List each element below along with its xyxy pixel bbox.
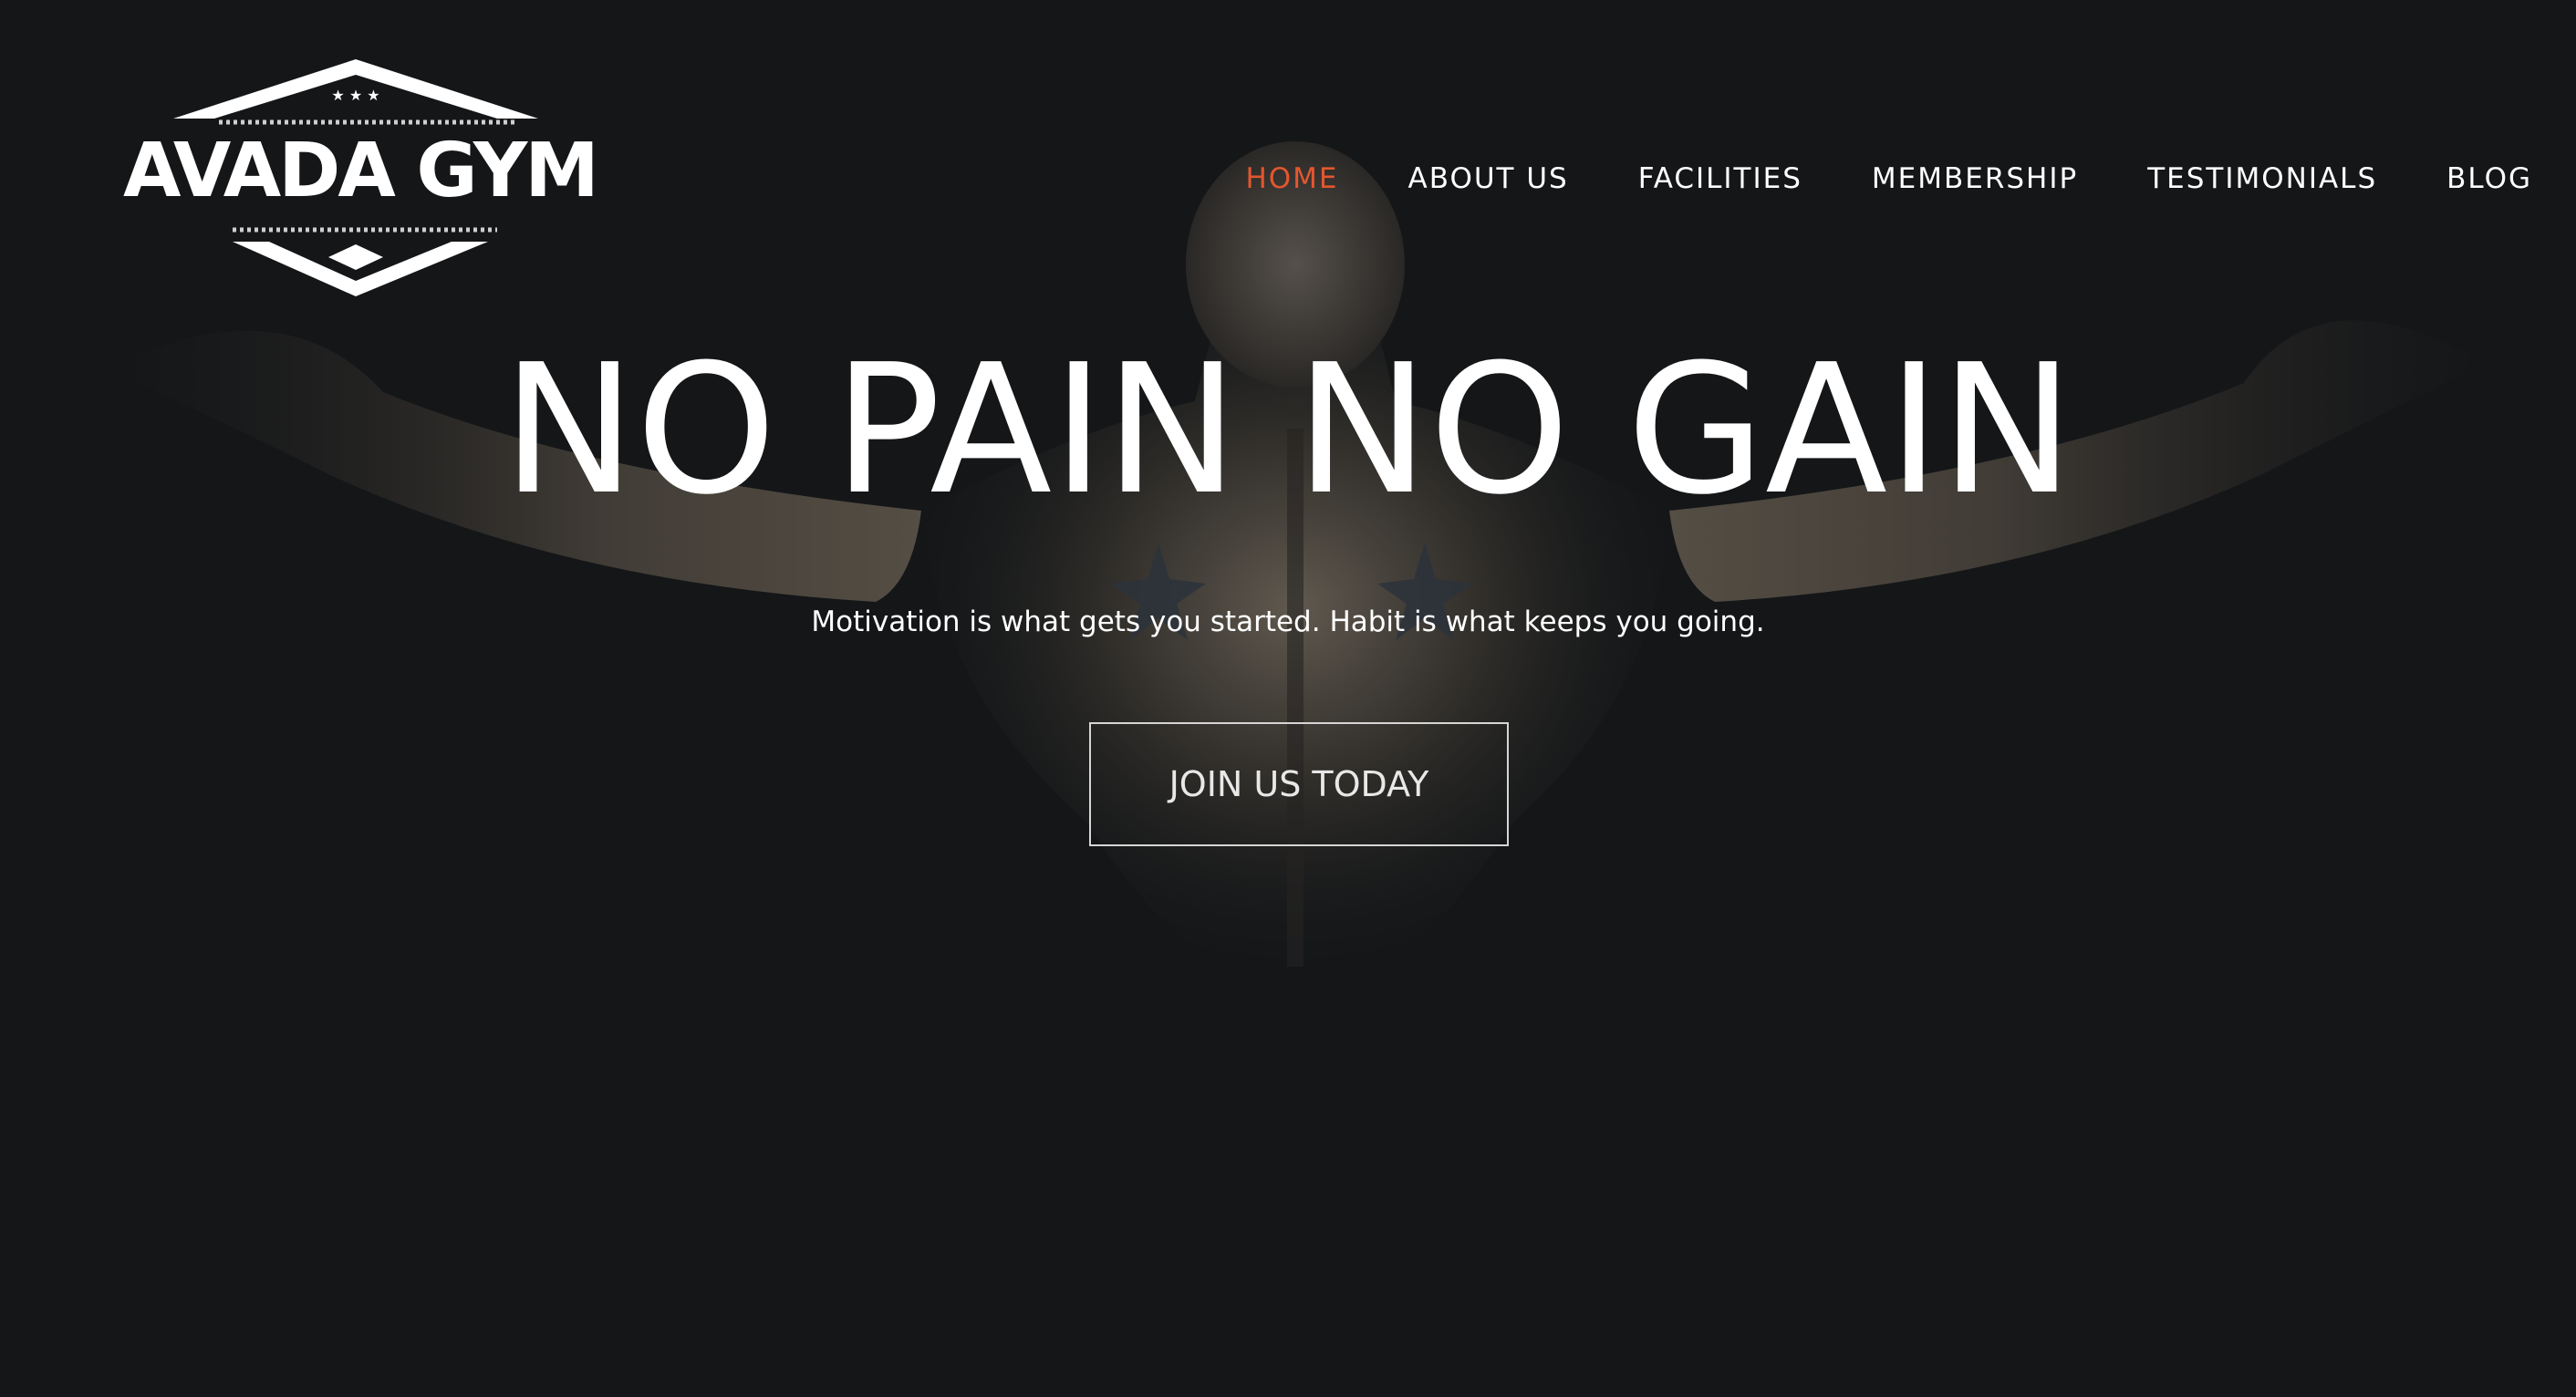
main-navigation: HOME ABOUT US FACILITIES MEMBERSHIP TEST… (1176, 159, 2532, 199)
svg-text:★ ★ ★: ★ ★ ★ (331, 87, 379, 104)
join-us-button[interactable]: JOIN US TODAY (1089, 722, 1509, 846)
hero-tagline: Motivation is what gets you started. Hab… (811, 605, 1765, 638)
nav-item-membership[interactable]: MEMBERSHIP (1872, 159, 2078, 199)
hero-headline: NO PAIN NO GAIN (502, 326, 2074, 534)
logo-text: AVADA GYM (123, 128, 599, 214)
nav-item-testimonials[interactable]: TESTIMONIALS (2147, 159, 2377, 199)
nav-item-home[interactable]: HOME (1245, 159, 1338, 199)
nav-item-facilities[interactable]: FACILITIES (1638, 159, 1802, 199)
brand-logo[interactable]: ★ ★ ★ AVADA GYM (123, 55, 599, 301)
nav-item-blog[interactable]: BLOG (2446, 159, 2532, 199)
nav-item-about-us[interactable]: ABOUT US (1408, 159, 1569, 199)
home-page: ★ ★ ★ AVADA GYM HOME ABOUT US FACILITIES… (0, 0, 2576, 1397)
